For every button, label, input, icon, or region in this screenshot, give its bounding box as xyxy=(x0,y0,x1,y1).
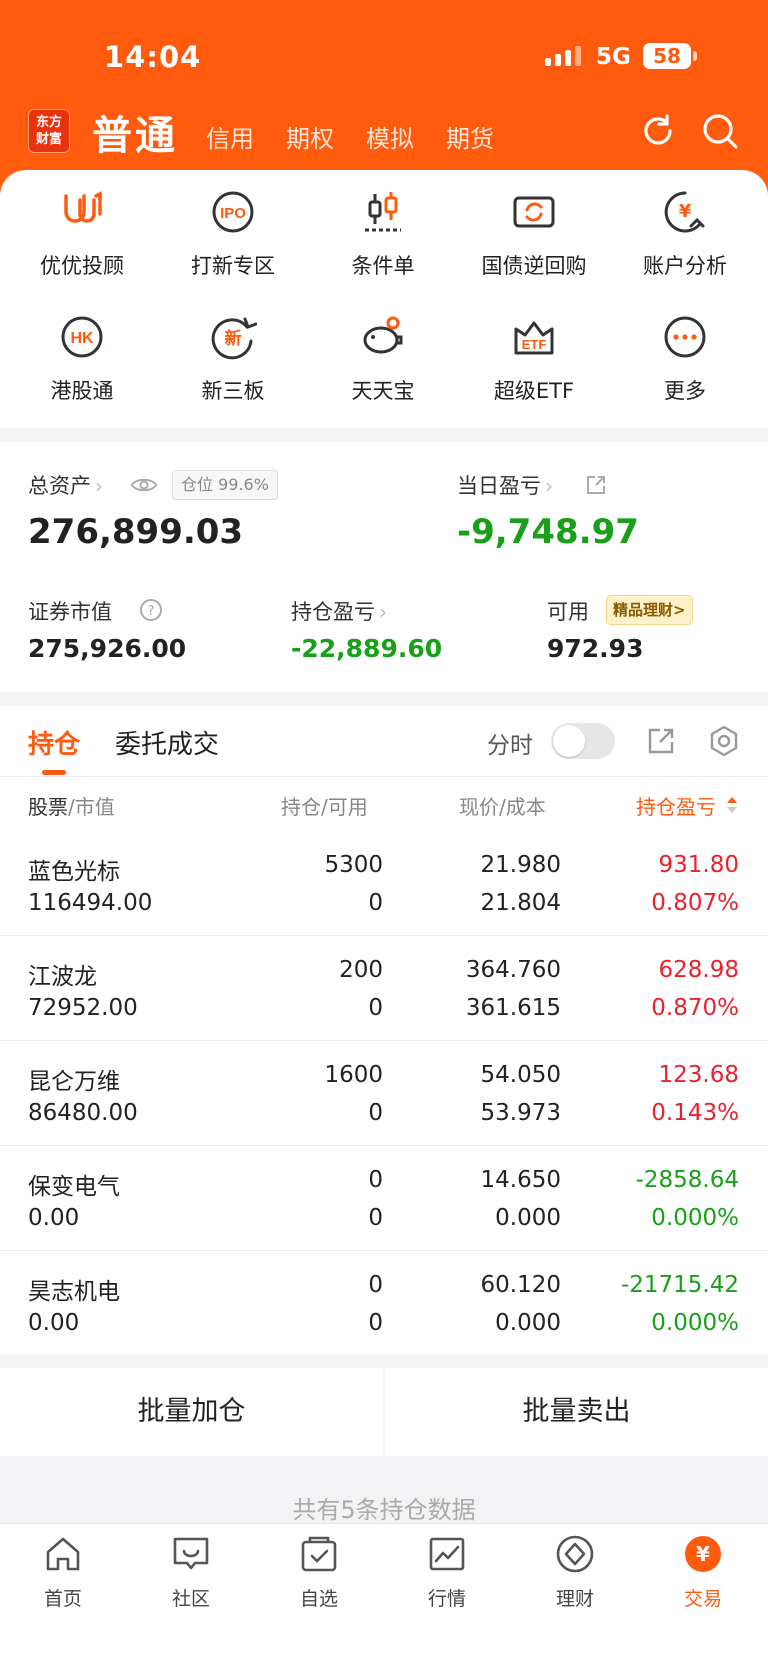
quick-account-analysis[interactable]: ¥ 账户分析 xyxy=(610,188,760,280)
market-value: 275,926.00 xyxy=(28,634,187,663)
svg-text:HK: HK xyxy=(70,330,94,347)
status-time: 14:04 xyxy=(104,40,202,74)
tab-credit[interactable]: 信用 xyxy=(206,119,254,154)
daily-pl-label[interactable]: 当日盈亏 › xyxy=(457,470,553,500)
watchlist-icon xyxy=(301,1536,337,1572)
quick-uu-advisor[interactable]: 优优投顾 xyxy=(7,188,157,280)
market-icon xyxy=(429,1537,465,1571)
ipo-icon: IPO xyxy=(212,191,254,233)
battery-icon: 58 xyxy=(643,43,697,69)
holdings-count-note: 共有5条持仓数据 xyxy=(292,1496,476,1524)
sort-icon[interactable] xyxy=(725,795,739,815)
tab-market[interactable]: 行情 xyxy=(397,1534,497,1611)
etf-icon: ETF xyxy=(514,321,554,355)
trade-icon: ¥ xyxy=(685,1536,721,1572)
tab-home[interactable]: 首页 xyxy=(13,1534,113,1611)
quick-hk-connect[interactable]: HK 港股通 xyxy=(7,313,157,405)
account-type-nav: 东方 财富 普通 信用 期权 模拟 期货 xyxy=(0,105,768,165)
community-icon xyxy=(173,1537,209,1570)
network-type: 5G xyxy=(596,44,631,70)
divider xyxy=(0,1145,768,1146)
svg-text:新: 新 xyxy=(225,328,242,349)
settings-icon[interactable] xyxy=(707,724,741,758)
eastmoney-logo[interactable]: 东方 财富 xyxy=(28,109,70,153)
tab-futures[interactable]: 期货 xyxy=(446,119,494,154)
tab-options[interactable]: 期权 xyxy=(286,119,334,154)
batch-add-button[interactable]: 批量加仓 xyxy=(0,1368,383,1456)
tab-trade[interactable]: ¥ 交易 xyxy=(653,1534,753,1611)
tab-positions[interactable]: 持仓 xyxy=(28,724,80,761)
svg-text:?: ? xyxy=(148,604,155,619)
position-ratio-badge: 仓位 99.6% xyxy=(172,470,278,500)
col-stock-header: 股票/市值 xyxy=(28,795,115,819)
account-analysis-icon: ¥ xyxy=(664,191,705,233)
quick-new-third-board[interactable]: 新 新三板 xyxy=(158,313,308,405)
quick-actions-panel: 优优投顾 IPO 打新专区 条件单 国债逆回购 ¥ 账户分析 HK 港股通 新 … xyxy=(0,170,768,428)
quick-tiantianbao[interactable]: 天天宝 xyxy=(308,313,458,405)
market-value-label: 证券市值 xyxy=(28,600,112,624)
col-price-header: 现价/成本 xyxy=(459,795,546,819)
svg-text:¥: ¥ xyxy=(679,201,692,222)
tab-watchlist[interactable]: 自选 xyxy=(269,1534,369,1611)
svg-text:IPO: IPO xyxy=(220,205,246,222)
status-bar: 14:04 5G 58 xyxy=(0,36,768,76)
search-icon[interactable] xyxy=(700,111,740,151)
divider xyxy=(0,1250,768,1251)
daily-pl-value: -9,748.97 xyxy=(457,512,639,552)
external-link-icon[interactable] xyxy=(585,474,607,496)
bottom-tab-bar: 首页 社区 自选 行情 理财 ¥ 交易 xyxy=(0,1523,768,1669)
col-position-header: 持仓/可用 xyxy=(281,795,368,819)
signal-icon xyxy=(545,46,581,66)
quick-ipo[interactable]: IPO 打新专区 xyxy=(158,188,308,280)
tab-simulation[interactable]: 模拟 xyxy=(366,119,414,154)
wealth-product-badge[interactable]: 精品理财> xyxy=(606,595,693,625)
tab-community[interactable]: 社区 xyxy=(141,1534,241,1611)
new-third-board-icon: 新 xyxy=(211,317,258,360)
total-assets-label[interactable]: 总资产 › xyxy=(28,470,103,500)
available-label: 可用 xyxy=(547,600,589,624)
chevron-right-icon: › xyxy=(95,474,103,498)
divider xyxy=(0,935,768,936)
svg-text:ETF: ETF xyxy=(522,337,547,352)
share-icon[interactable] xyxy=(646,726,676,756)
active-tab-indicator xyxy=(42,770,66,775)
tab-orders[interactable]: 委托成交 xyxy=(115,724,219,761)
uu-advisor-icon xyxy=(64,191,102,223)
available-value: 972.93 xyxy=(547,634,644,663)
quick-more[interactable]: 更多 xyxy=(610,313,760,405)
quick-super-etf[interactable]: ETF 超级ETF xyxy=(459,313,609,405)
holding-pl-label[interactable]: 持仓盈亏 › xyxy=(291,596,387,626)
piggy-bank-icon xyxy=(363,316,403,354)
more-icon xyxy=(664,316,706,358)
total-assets-value: 276,899.03 xyxy=(28,512,244,552)
holding-pl-value: -22,889.60 xyxy=(291,634,443,663)
batch-sell-button[interactable]: 批量卖出 xyxy=(385,1368,768,1456)
candlestick-icon xyxy=(365,192,401,232)
divider xyxy=(0,1040,768,1041)
fenshi-toggle[interactable] xyxy=(551,723,615,759)
chevron-right-icon: › xyxy=(379,600,387,624)
divider xyxy=(0,776,768,777)
wealth-icon xyxy=(556,1535,594,1573)
col-pl-header[interactable]: 持仓盈亏 xyxy=(636,791,716,820)
tab-normal[interactable]: 普通 xyxy=(92,103,178,161)
hk-icon: HK xyxy=(61,316,103,358)
eye-icon[interactable] xyxy=(130,474,158,496)
tab-wealth[interactable]: 理财 xyxy=(525,1534,625,1611)
quick-repo[interactable]: 国债逆回购 xyxy=(459,188,609,280)
home-icon xyxy=(46,1537,80,1571)
chevron-right-icon: › xyxy=(545,474,553,498)
refresh-icon[interactable] xyxy=(638,111,678,151)
svg-text:¥: ¥ xyxy=(696,1542,710,1566)
fenshi-label: 分时 xyxy=(487,733,533,759)
repo-icon xyxy=(513,196,555,228)
help-icon[interactable]: ? xyxy=(139,598,163,622)
quick-conditional-order[interactable]: 条件单 xyxy=(308,188,458,280)
